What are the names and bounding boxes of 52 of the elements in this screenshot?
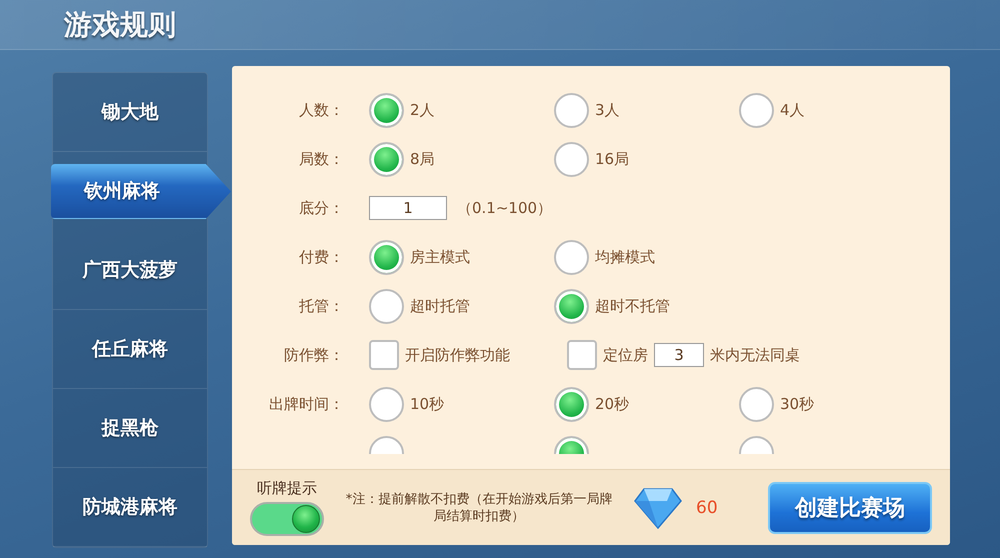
game-tab[interactable]: 锄大地: [53, 73, 207, 152]
option-label: 开启防作弊功能: [405, 346, 510, 364]
checkbox[interactable]: [369, 340, 399, 370]
game-tab[interactable]: 广西大菠萝: [53, 231, 207, 310]
radio-button[interactable]: [554, 386, 589, 422]
radio-button[interactable]: [369, 142, 404, 176]
option-label: 20秒: [595, 394, 630, 414]
radio-button[interactable]: [369, 288, 404, 324]
option-label: 定位房: [603, 346, 648, 364]
radio-button[interactable]: [554, 288, 589, 324]
radio-button[interactable]: [554, 92, 589, 128]
game-tab[interactable]: 钦州麻将: [51, 164, 231, 219]
rule-label: 托管：: [298, 296, 344, 316]
create-button[interactable]: 创建比赛场: [768, 482, 932, 534]
game-tab[interactable]: 捉黑枪: [53, 389, 207, 468]
option-label: 8局: [410, 150, 435, 168]
radio-button[interactable]: [554, 240, 589, 274]
option-label: 30秒: [780, 394, 814, 414]
toggle-label: 听牌提示: [257, 479, 317, 498]
rule-label: 人数：: [298, 100, 344, 120]
rule-label: 防作弊：: [283, 346, 344, 364]
option-label: 米内无法同桌: [710, 346, 800, 364]
option-label: 均摊模式: [595, 248, 655, 266]
option-label: 3人: [595, 100, 620, 120]
rule-label: 局数：: [298, 150, 344, 168]
diamond-icon: [634, 486, 682, 528]
input-field[interactable]: 1: [369, 196, 447, 220]
radio-button[interactable]: [739, 386, 774, 422]
radio-button[interactable]: [369, 386, 404, 422]
option-label: 超时托管: [410, 296, 470, 316]
radio-button[interactable]: [369, 92, 404, 128]
option-label: 10秒: [410, 394, 444, 414]
radio-button[interactable]: [554, 142, 589, 176]
option-label: 2人: [410, 100, 435, 120]
option-label: 16局: [595, 150, 630, 168]
radio-button[interactable]: [739, 92, 774, 128]
game-tab[interactable]: 任丘麻将: [53, 310, 207, 389]
toggle-switch[interactable]: [250, 502, 324, 536]
option-label: 超时不托管: [595, 296, 670, 316]
page-title: 游戏规则: [64, 6, 176, 42]
rule-label: 底分：: [298, 198, 344, 218]
rule-label: 付费：: [298, 248, 344, 266]
distance-field[interactable]: 3: [654, 343, 704, 367]
fee-note: *注：提前解散不扣费（在开始游戏后第一局牌局结算时扣费）: [344, 490, 614, 524]
diamond-cost: 60: [696, 498, 718, 518]
option-label: 4人: [780, 100, 805, 120]
game-tab[interactable]: 防城港麻将: [53, 468, 207, 547]
option-label: 房主模式: [410, 248, 470, 266]
radio-button[interactable]: [369, 240, 404, 274]
range-hint: （0.1~100）: [457, 198, 552, 218]
checkbox[interactable]: [567, 340, 597, 370]
rule-label: 出牌时间：: [268, 394, 344, 414]
